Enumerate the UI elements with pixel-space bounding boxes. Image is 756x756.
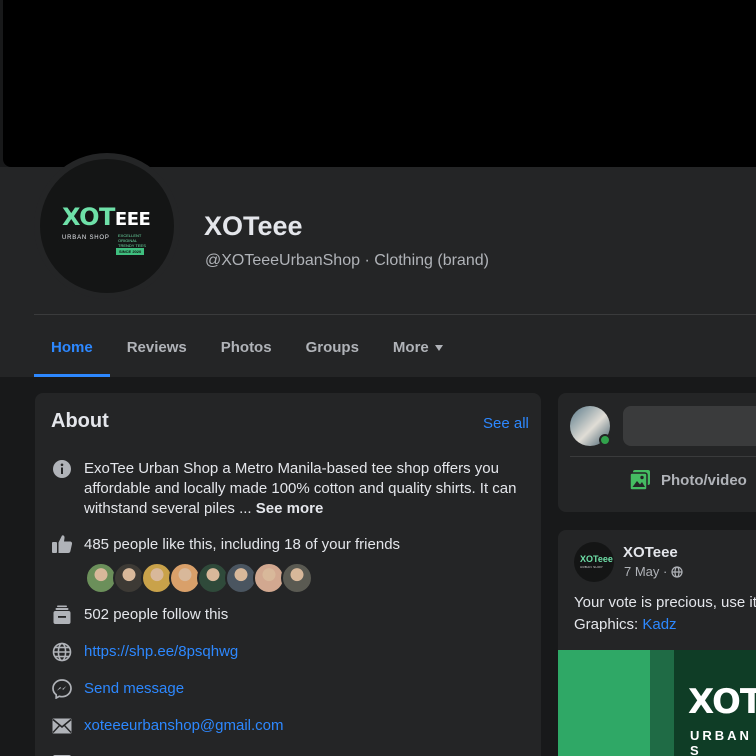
logo-subtitle: URBAN SHOP: [62, 235, 110, 241]
friend-avatar[interactable]: [281, 562, 313, 594]
post-timestamp[interactable]: 7 May ·: [624, 564, 683, 579]
page-title: XOTeee: [204, 211, 303, 241]
logo-since-badge: SINCE 2020: [116, 248, 145, 255]
followers-count: 502 people follow this: [84, 606, 229, 623]
about-description: ExoTee Urban Shop a Metro Manila-based t…: [84, 460, 517, 517]
post-author-avatar[interactable]: XOTeee URBAN SHOP: [574, 542, 614, 582]
about-heading: About: [51, 410, 109, 432]
info-icon: [51, 458, 73, 480]
online-status-icon: [599, 434, 611, 446]
tab-home[interactable]: Home: [34, 318, 110, 377]
email-link[interactable]: xoteeeurbanshop@gmail.com: [84, 716, 284, 736]
like-icon: [51, 533, 73, 555]
follow-icon: [51, 604, 73, 626]
tab-reviews[interactable]: Reviews: [110, 318, 204, 377]
post-author-name[interactable]: XOTeee: [623, 544, 678, 561]
friend-avatars: [85, 562, 313, 594]
composer-divider: [570, 456, 756, 457]
logo-tagline: EXCELLENT ORIGINAL TRENDY TEES: [118, 233, 146, 248]
post-text: Your vote is precious, use it w Graphics…: [574, 594, 756, 633]
globe-icon: [51, 641, 73, 663]
photo-video-label: Photo/video: [661, 471, 747, 489]
page-tabs: Home Reviews Photos Groups More: [34, 318, 460, 377]
tab-groups[interactable]: Groups: [289, 318, 376, 377]
messenger-icon: [51, 678, 73, 700]
header-divider: [34, 314, 756, 315]
public-globe-icon: [671, 565, 683, 578]
image-title: XOT: [688, 682, 756, 722]
logo-wordmark: XOTEEE: [62, 203, 151, 231]
profile-picture[interactable]: XOTEEE URBAN SHOP EXCELLENT ORIGINAL TRE…: [40, 159, 174, 293]
tab-photos[interactable]: Photos: [204, 318, 289, 377]
post: XOTeee URBAN SHOP XOTeee 7 May · Your vo…: [558, 530, 756, 756]
graphics-credit-link[interactable]: Kadz: [642, 616, 676, 633]
cover-photo[interactable]: [3, 0, 756, 167]
tab-more[interactable]: More: [376, 318, 460, 377]
caret-down-icon: [434, 344, 443, 351]
website-link[interactable]: https://shp.ee/8psqhwg: [84, 642, 238, 662]
user-avatar[interactable]: [570, 406, 611, 446]
page-handle-category: @XOTeeeUrbanShop · Clothing (brand): [205, 252, 489, 269]
image-subtitle: URBAN S: [690, 728, 752, 756]
about-card: About See all ExoTee Urban Shop a Metro …: [35, 393, 541, 756]
photo-video-button[interactable]: Photo/video: [628, 468, 747, 492]
post-image[interactable]: XOT URBAN S: [558, 650, 756, 756]
email-icon: [51, 715, 73, 737]
see-all-link[interactable]: See all: [483, 415, 529, 432]
see-more-link[interactable]: See more: [256, 500, 324, 517]
photo-icon: [629, 470, 650, 491]
likes-count: 485 people like this, including 18 of yo…: [84, 536, 401, 553]
post-composer: Photo/video: [558, 393, 756, 512]
create-post-input[interactable]: [623, 406, 756, 446]
send-message-link[interactable]: Send message: [84, 679, 184, 699]
